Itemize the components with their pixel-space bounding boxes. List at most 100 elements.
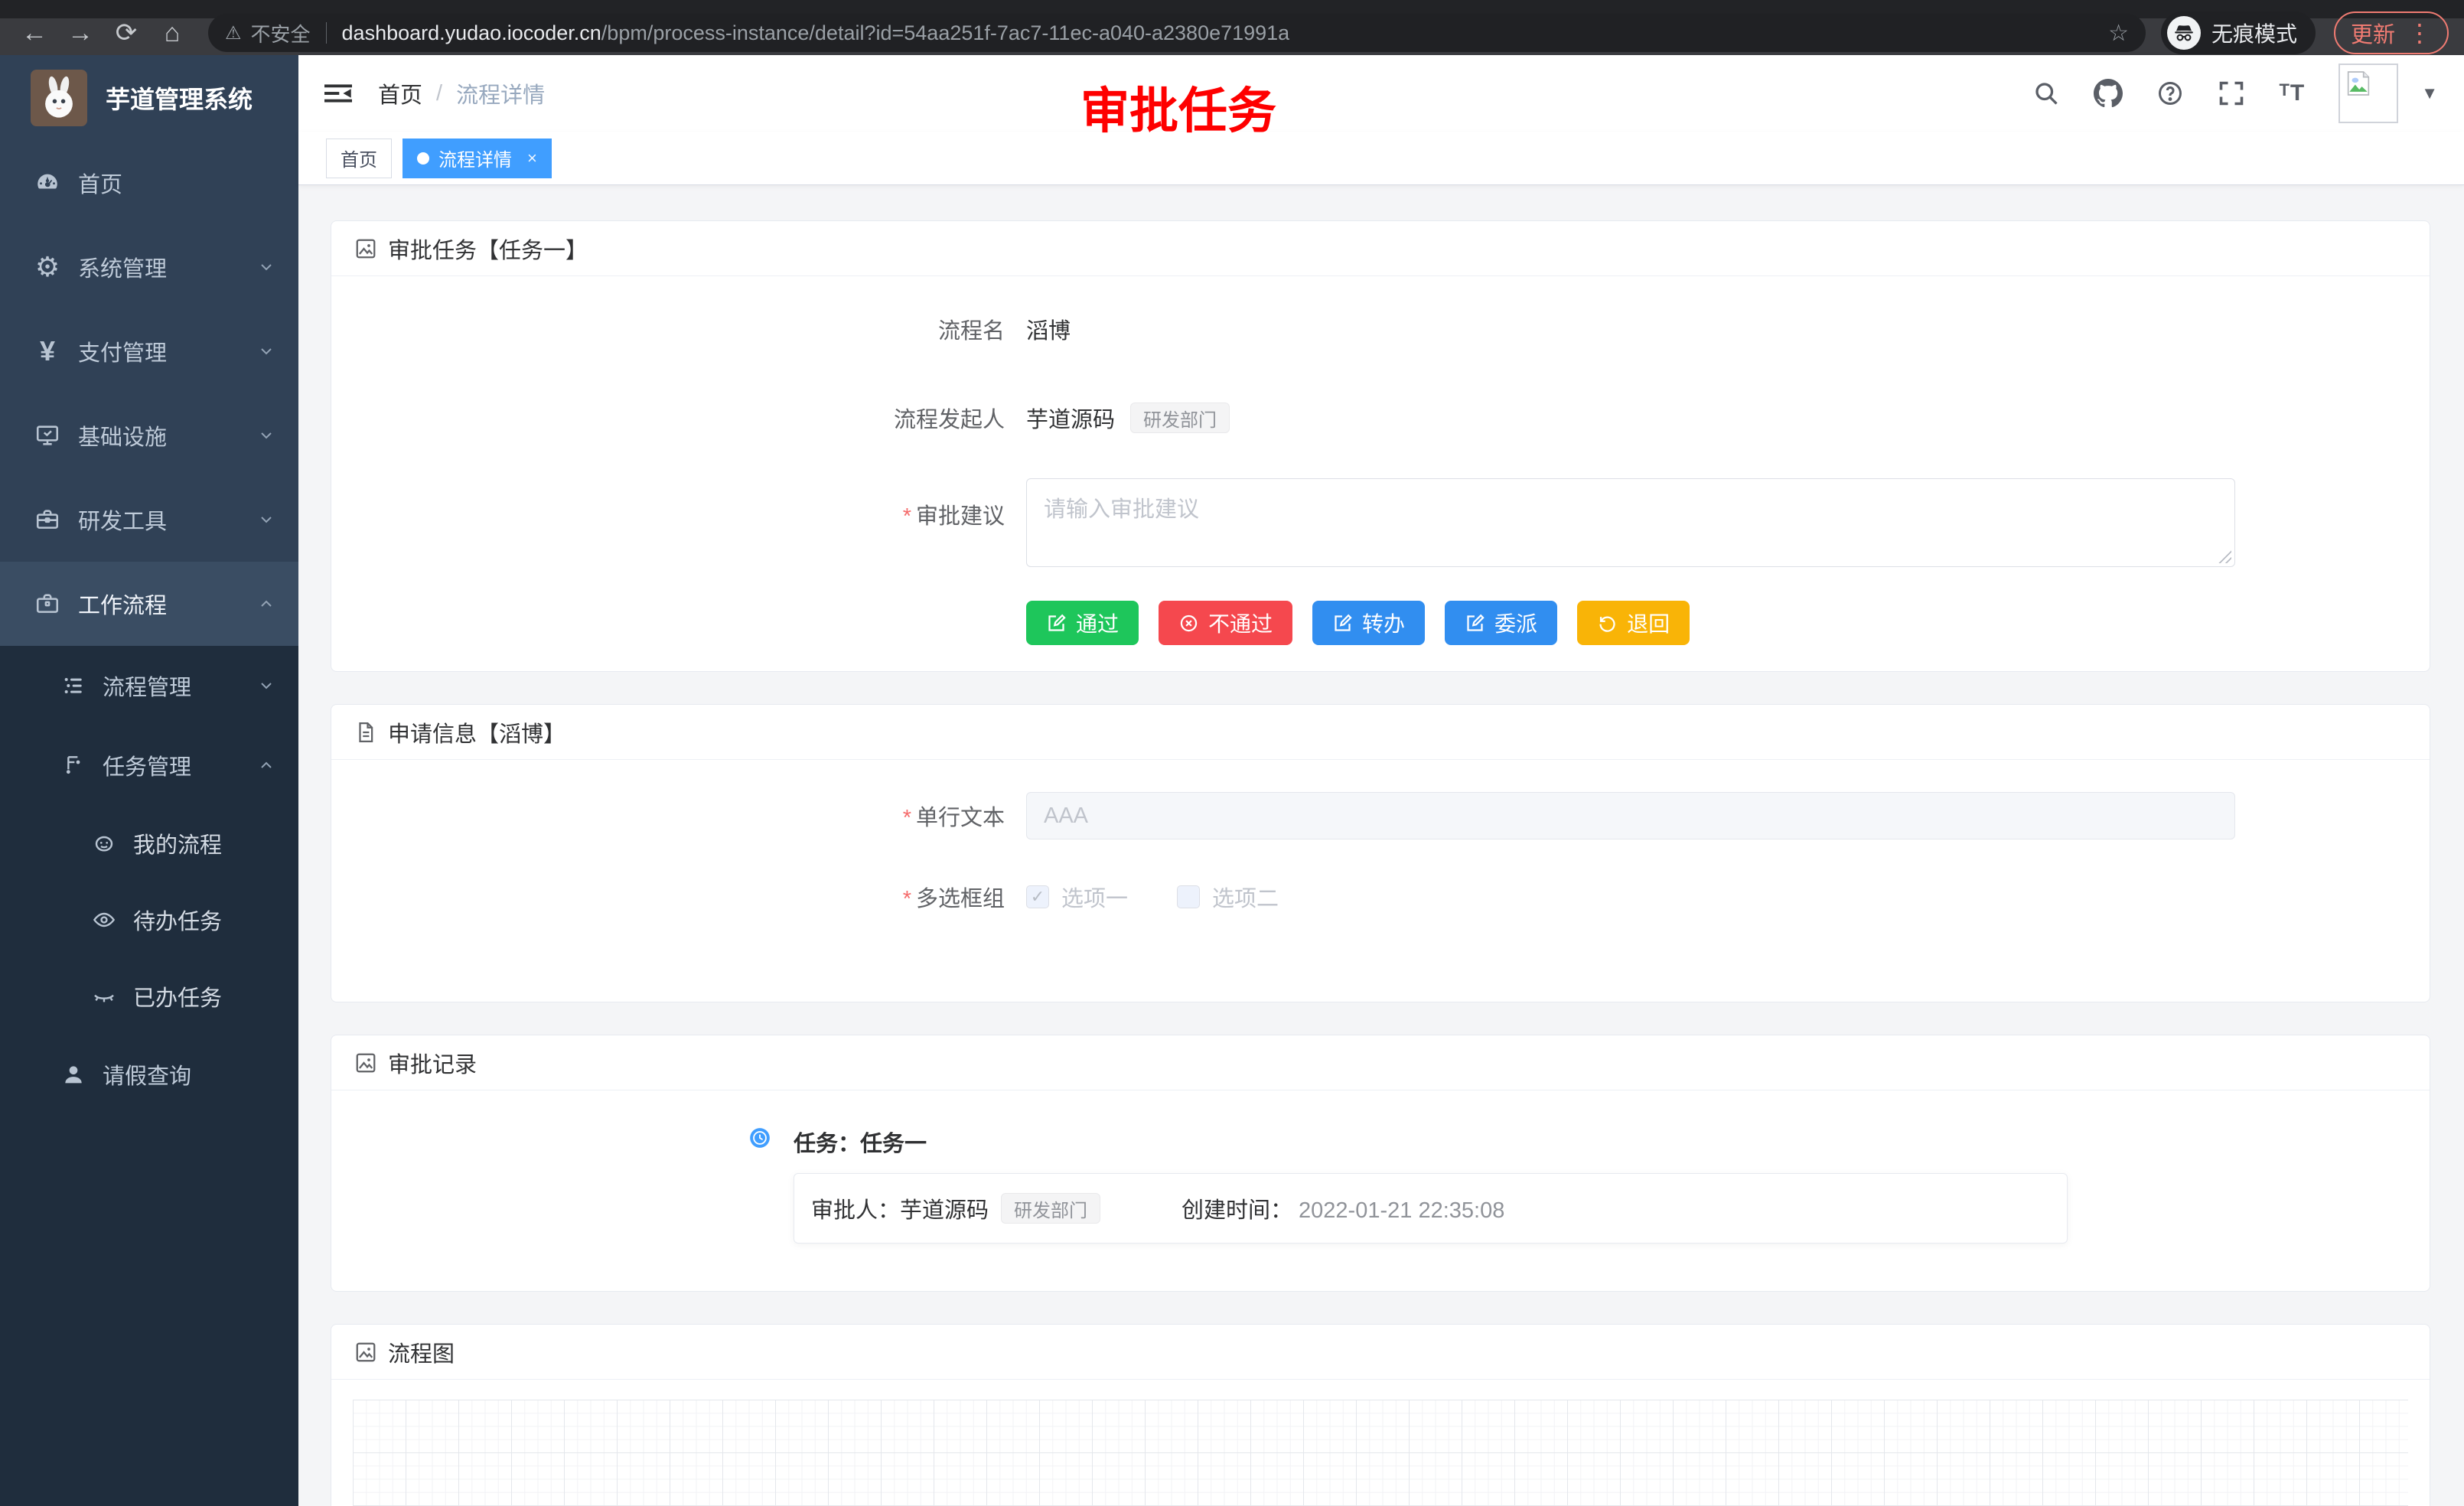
approve-button[interactable]: 通过	[1026, 601, 1139, 645]
card-title: 审批任务【任务一】	[388, 233, 588, 265]
checkbox-option-2: 选项二	[1177, 881, 1279, 913]
dept-tag: 研发部门	[1130, 403, 1230, 433]
card-title: 流程图	[388, 1336, 455, 1368]
sidebar-item-todo-tasks[interactable]: 待办任务	[0, 882, 298, 958]
sidebar-item-label: 系统管理	[78, 251, 167, 283]
circle-close-icon	[1178, 613, 1199, 634]
annotation-text: 审批任务	[1080, 72, 1276, 142]
fold-sidebar-icon[interactable]	[324, 81, 352, 106]
app-logo	[31, 70, 87, 126]
top-navbar: 首页 / 流程详情 TT ▼	[298, 55, 2464, 132]
sidebar-item-label: 请假查询	[103, 1058, 191, 1090]
sidebar-item-workflow[interactable]: 工作流程	[0, 562, 298, 646]
picture-icon	[354, 1341, 377, 1364]
refresh-left-icon	[1597, 613, 1618, 634]
required-asterisk: *	[903, 887, 911, 911]
sidebar-item-infra[interactable]: 基础设施	[0, 393, 298, 478]
breadcrumb-current: 流程详情	[456, 77, 545, 109]
briefcase-icon	[31, 591, 64, 617]
reject-button[interactable]: 不通过	[1159, 601, 1292, 645]
chevron-down-icon	[257, 258, 275, 276]
sidebar-item-leave-query[interactable]: 请假查询	[0, 1035, 298, 1114]
sidebar-item-payment[interactable]: ¥ 支付管理	[0, 309, 298, 393]
security-label: 不安全	[251, 19, 311, 47]
checkbox-group-label: *多选框组	[331, 881, 1005, 913]
url-path: /bpm/process-instance/detail?id=54aa251f…	[601, 21, 1289, 44]
font-size-icon[interactable]: TT	[2279, 80, 2305, 106]
process-diagram-card: 流程图	[331, 1324, 2430, 1506]
address-bar[interactable]: ⚠ 不安全 dashboard.yudao.iocoder.cn/bpm/pro…	[208, 14, 2146, 52]
help-icon[interactable]	[2156, 80, 2184, 107]
tree-list-icon	[58, 673, 89, 698]
sidebar-item-done-tasks[interactable]: 已办任务	[0, 958, 298, 1035]
home-icon[interactable]: ⌂	[152, 15, 193, 51]
page-content: 审批任务【任务一】 流程名 滔博 流程发起人 芋道源码 研发部门	[298, 185, 2464, 1506]
avatar[interactable]	[2339, 64, 2398, 123]
tag-tab-process-detail[interactable]: 流程详情 ×	[403, 139, 552, 178]
return-button[interactable]: 退回	[1577, 601, 1690, 645]
card-header: 审批任务【任务一】	[331, 221, 2430, 276]
browser-menu-icon[interactable]: ⋮	[2407, 21, 2432, 45]
sidebar-item-process-mgmt[interactable]: 流程管理	[0, 646, 298, 725]
reload-icon[interactable]: ⟳	[106, 15, 147, 51]
required-asterisk: *	[903, 806, 911, 830]
picture-icon	[354, 237, 377, 260]
sidebar-item-my-process[interactable]: 我的流程	[0, 805, 298, 882]
tag-label: 首页	[341, 145, 377, 171]
screen: ← → ⟳ ⌂ ⚠ 不安全 dashboard.yudao.iocoder.cn…	[0, 0, 2464, 1506]
edit-icon	[1046, 613, 1067, 634]
timeline: 任务：任务一 审批人：芋道源码 研发部门 创建时间：2022-01-21 22:…	[331, 1090, 2430, 1291]
caret-down-icon[interactable]: ▼	[2421, 83, 2438, 103]
back-icon[interactable]: ←	[14, 15, 55, 51]
card-title: 审批记录	[388, 1047, 477, 1079]
yen-icon: ¥	[31, 335, 64, 367]
checkbox-option-1: ✓ 选项一	[1026, 881, 1128, 913]
browser-update-button[interactable]: 更新 ⋮	[2334, 11, 2449, 54]
sidebar-item-system[interactable]: ⚙ 系统管理	[0, 225, 298, 309]
app-title: 芋道管理系统	[106, 80, 253, 116]
apply-info-card: 申请信息【滔博】 *单行文本 *多选框组 ✓ 选项一	[331, 704, 2430, 1002]
github-icon[interactable]	[2094, 79, 2123, 108]
sidebar-item-label: 研发工具	[78, 504, 167, 536]
sidebar-item-label: 基础设施	[78, 419, 167, 451]
bookmark-star-icon[interactable]: ☆	[2108, 20, 2129, 47]
eye-closed-icon	[89, 984, 119, 1009]
edit-icon	[1465, 613, 1485, 634]
card-title: 申请信息【滔博】	[388, 716, 565, 748]
app-logo-row[interactable]: 芋道管理系统	[0, 55, 298, 141]
gear-icon: ⚙	[31, 251, 64, 283]
approval-records-card: 审批记录 任务：任务一 审批人：芋道源码 研发部门 创建时间：2022-01-2…	[331, 1035, 2430, 1292]
suggestion-textarea[interactable]	[1026, 478, 2235, 567]
approval-task-card: 审批任务【任务一】 流程名 滔博 流程发起人 芋道源码 研发部门	[331, 220, 2430, 672]
search-icon[interactable]	[2032, 80, 2060, 107]
sidebar-item-label: 任务管理	[103, 749, 191, 781]
close-icon[interactable]: ×	[527, 148, 537, 168]
breadcrumb-home[interactable]: 首页	[378, 77, 422, 109]
delegate-button[interactable]: 委派	[1445, 601, 1557, 645]
face-icon	[89, 831, 119, 856]
bpmn-canvas[interactable]	[353, 1400, 2408, 1506]
fullscreen-icon[interactable]	[2218, 80, 2245, 107]
url-host: dashboard.yudao.iocoder.cn	[342, 21, 601, 44]
transfer-button[interactable]: 转办	[1312, 601, 1425, 645]
sidebar-item-label: 工作流程	[78, 588, 167, 620]
sidebar-item-devtools[interactable]: 研发工具	[0, 478, 298, 562]
chevron-up-icon	[257, 756, 275, 774]
toolbox-icon	[31, 507, 64, 533]
card-header: 审批记录	[331, 1035, 2430, 1090]
monitor-icon	[31, 422, 64, 448]
breadcrumb-separator: /	[436, 81, 442, 106]
tag-tab-home[interactable]: 首页	[326, 139, 392, 178]
forward-icon[interactable]: →	[60, 15, 101, 51]
card-header: 申请信息【滔博】	[331, 705, 2430, 760]
sidebar-item-label: 待办任务	[133, 904, 222, 936]
sidebar-item-home[interactable]: 首页	[0, 141, 298, 225]
chevron-up-icon	[257, 595, 275, 613]
warning-icon: ⚠	[225, 22, 242, 44]
flow-icon	[58, 753, 89, 777]
picture-icon	[354, 1051, 377, 1074]
sidebar-item-label: 已办任务	[133, 980, 222, 1012]
active-dot	[417, 152, 429, 165]
sidebar-item-task-mgmt[interactable]: 任务管理	[0, 725, 298, 805]
dept-tag: 研发部门	[1001, 1193, 1100, 1224]
